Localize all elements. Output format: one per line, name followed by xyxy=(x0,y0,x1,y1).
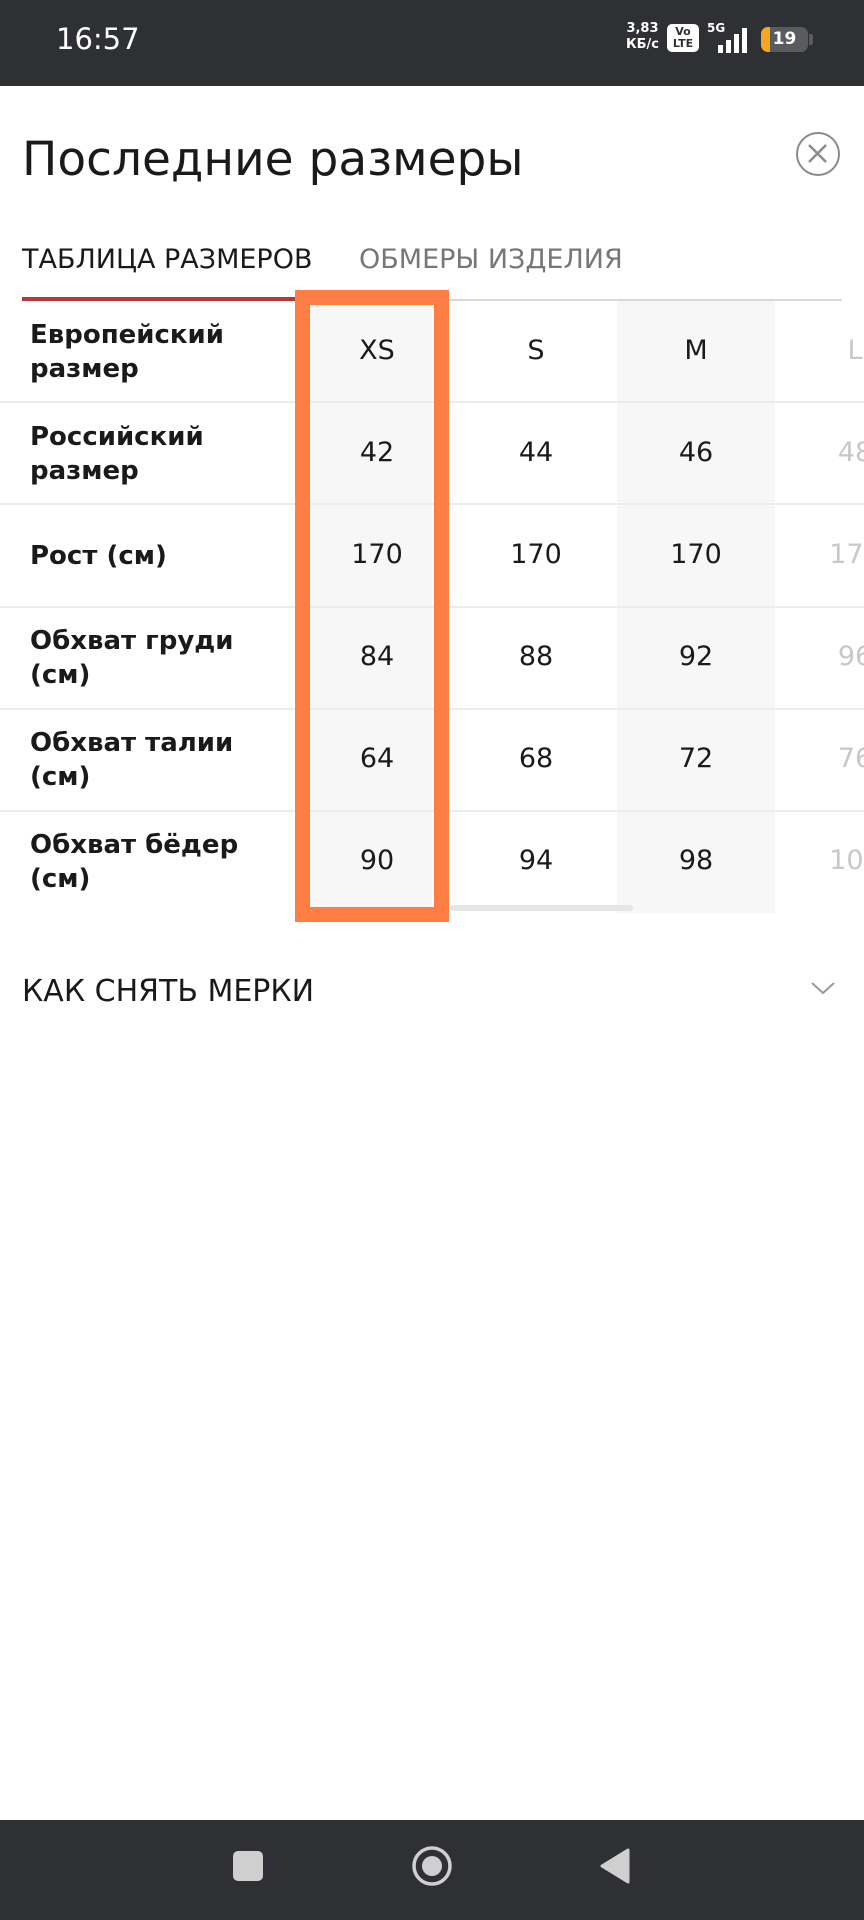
close-icon xyxy=(808,144,827,163)
cell-l: 48 xyxy=(837,437,864,468)
battery-icon: 19 xyxy=(761,27,808,52)
cell-m: 72 xyxy=(678,743,714,774)
battery-level: 19 xyxy=(772,29,797,49)
close-button[interactable] xyxy=(796,132,840,176)
signal-icon xyxy=(718,28,747,53)
net-speed-unit: КБ/с xyxy=(626,37,659,52)
status-net-speed: 3,83 КБ/с xyxy=(626,21,659,53)
cell-s: 94 xyxy=(518,845,554,876)
cell-l: L xyxy=(847,335,863,366)
cell-s: 170 xyxy=(510,539,562,570)
cell-m: 170 xyxy=(670,539,722,570)
cell-s: 88 xyxy=(518,641,554,672)
cell-l: 96 xyxy=(837,641,864,672)
cell-l: 102 xyxy=(829,845,864,876)
cell-s: S xyxy=(527,335,545,366)
cell-m: 98 xyxy=(678,845,714,876)
cell-m: 92 xyxy=(678,641,714,672)
status-time: 16:57 xyxy=(56,22,140,56)
square-icon[interactable] xyxy=(233,1851,263,1881)
cell-l: 170 xyxy=(829,539,864,570)
row-label-hips: Обхват бёдер (см) xyxy=(30,830,239,894)
row-label-eu-size: Европейский размер xyxy=(30,320,224,384)
cell-l: 76 xyxy=(837,743,864,774)
cell-s: 68 xyxy=(518,743,554,774)
battery-tip xyxy=(809,34,813,45)
triangle-back-icon[interactable] xyxy=(598,1848,632,1884)
cell-m: M xyxy=(684,335,708,366)
volte-icon: Vo LTE xyxy=(667,24,699,52)
tab-garment-measurements[interactable]: ОБМЕРЫ ИЗДЕЛИЯ xyxy=(359,244,623,275)
table-horizontal-scrollbar[interactable] xyxy=(450,905,633,911)
row-label-ru-size: Российский размер xyxy=(30,422,204,486)
how-to-measure-label[interactable]: КАК СНЯТЬ МЕРКИ xyxy=(22,974,314,1009)
cell-m: 46 xyxy=(678,437,714,468)
tab-size-table[interactable]: ТАБЛИЦА РАЗМЕРОВ xyxy=(22,244,312,275)
row-label-chest: Обхват груди (см) xyxy=(30,626,234,690)
status-bar: 16:57 3,83 КБ/с Vo LTE 5G 19 xyxy=(0,0,864,86)
circle-home-icon[interactable] xyxy=(411,1845,453,1887)
net-speed-value: 3,83 xyxy=(626,21,659,36)
row-label-height: Рост (см) xyxy=(30,541,167,571)
xs-column-highlight xyxy=(295,290,449,922)
row-label-waist: Обхват талии (см) xyxy=(30,728,234,792)
cell-s: 44 xyxy=(518,437,554,468)
page-title: Последние размеры xyxy=(22,132,524,187)
chevron-down-icon[interactable] xyxy=(810,980,836,996)
volte-bottom: LTE xyxy=(672,37,694,50)
